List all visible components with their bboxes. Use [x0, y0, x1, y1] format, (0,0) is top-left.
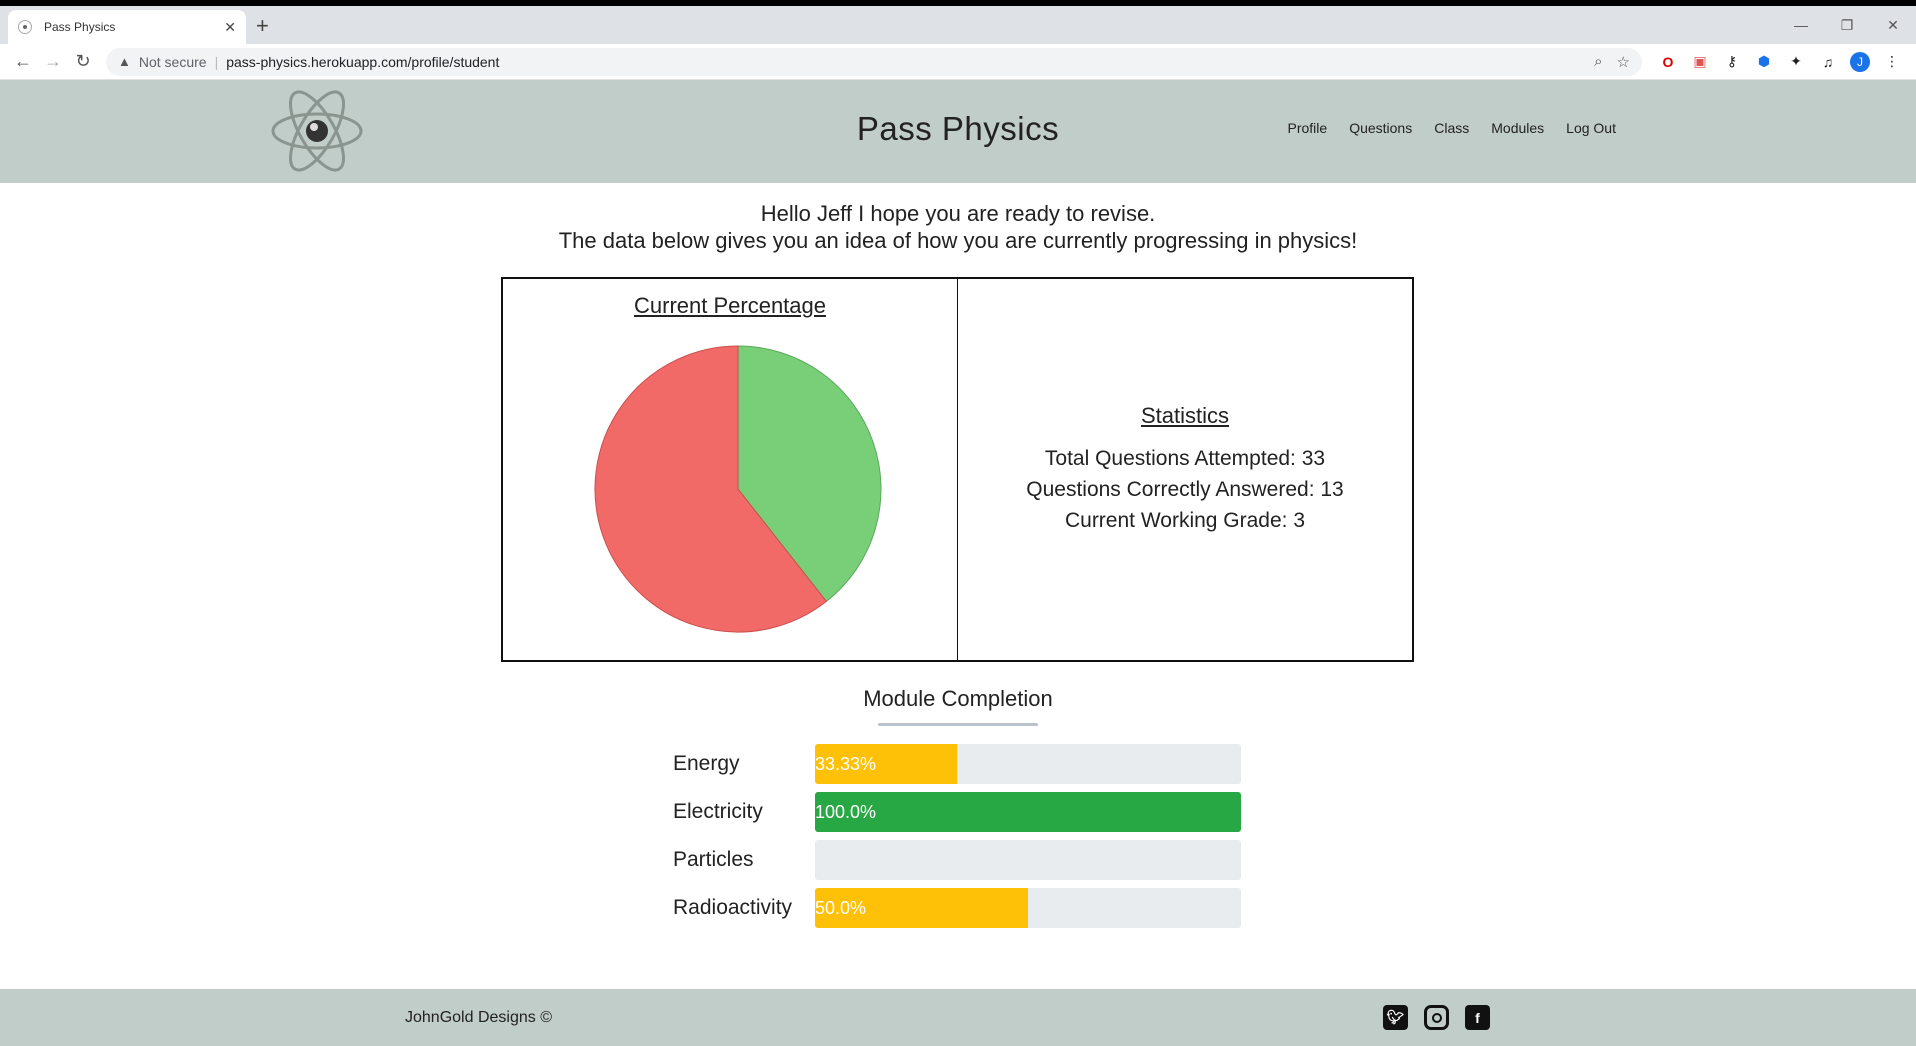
- window-controls: — ❐ ✕: [1778, 6, 1916, 44]
- security-label[interactable]: Not secure: [139, 54, 207, 70]
- nav-questions[interactable]: Questions: [1349, 120, 1412, 136]
- chart-panel: Current Percentage: [503, 279, 958, 660]
- progress-panel: Current Percentage Statistics Total Ques…: [501, 277, 1414, 662]
- warning-icon[interactable]: ▲: [118, 54, 131, 69]
- tab-title: Pass Physics: [44, 20, 116, 34]
- progress-bar: 50.0%: [815, 888, 1241, 928]
- close-window-icon[interactable]: ✕: [1870, 6, 1916, 44]
- media-queue-icon[interactable]: ♫: [1812, 47, 1844, 77]
- progress-fill: 100.0%: [815, 792, 1241, 832]
- progress-bar: [815, 840, 1241, 880]
- total-questions-stat: Total Questions Attempted: 33: [1044, 447, 1326, 470]
- restore-icon[interactable]: ❐: [1824, 6, 1870, 44]
- avatar: J: [1850, 51, 1870, 72]
- address-bar[interactable]: ▲ Not secure | pass-physics.herokuapp.co…: [106, 47, 1642, 76]
- module-name: Electricity: [673, 800, 763, 823]
- progress-fill: 50.0%: [815, 888, 1028, 928]
- module-row: Particles: [673, 836, 1241, 884]
- tab-bar: Pass Physics ✕ + — ❐ ✕: [0, 6, 1916, 44]
- module-row: Energy 33.33%: [673, 740, 1241, 788]
- extensions-puzzle-icon[interactable]: ✦: [1780, 47, 1812, 77]
- pdf-extension-icon[interactable]: ▣: [1684, 47, 1716, 77]
- nav-modules[interactable]: Modules: [1491, 120, 1544, 136]
- url-text[interactable]: pass-physics.herokuapp.com/profile/stude…: [226, 54, 1580, 70]
- module-row: Electricity 100.0%: [673, 788, 1241, 836]
- greeting: Hello Jeff I hope you are ready to revis…: [0, 200, 1916, 254]
- reload-icon[interactable]: ↻: [68, 47, 98, 77]
- site-footer: JohnGold Designs © 🐦︎ f: [0, 989, 1916, 1046]
- forward-icon[interactable]: →: [38, 47, 68, 77]
- pie-chart[interactable]: [593, 344, 883, 634]
- nav-class[interactable]: Class: [1434, 120, 1469, 136]
- correct-answers-stat: Questions Correctly Answered: 13: [1026, 478, 1344, 501]
- social-links: 🐦︎ f: [1383, 1005, 1490, 1030]
- module-name: Radioactivity: [673, 896, 793, 919]
- progress-bar: 100.0%: [815, 792, 1241, 832]
- working-grade-stat: Current Working Grade: 3: [1064, 509, 1306, 532]
- site-header: Pass Physics Profile Questions Class Mod…: [0, 80, 1916, 183]
- greeting-line-1: Hello Jeff I hope you are ready to revis…: [760, 201, 1156, 226]
- facebook-icon[interactable]: f: [1465, 1005, 1490, 1030]
- browser-tab[interactable]: Pass Physics ✕: [8, 10, 246, 44]
- tab-close-icon[interactable]: ✕: [224, 19, 236, 36]
- module-list: Energy 33.33% Electricity 100.0% Particl…: [673, 740, 1241, 932]
- module-completion-title: Module Completion: [863, 686, 1053, 711]
- key-extension-icon[interactable]: ⚷: [1716, 47, 1748, 77]
- bookmark-star-icon[interactable]: ☆: [1617, 53, 1630, 71]
- progress-fill: 33.33%: [815, 744, 957, 784]
- opera-extension-icon[interactable]: O: [1652, 47, 1684, 77]
- separator: |: [214, 53, 219, 70]
- menu-kebab-icon[interactable]: ⋮: [1876, 47, 1908, 77]
- site-title: Pass Physics: [856, 110, 1060, 147]
- module-name: Particles: [673, 848, 754, 871]
- title-underline: [878, 723, 1038, 726]
- main-nav: Profile Questions Class Modules Log Out: [1288, 120, 1617, 136]
- nav-profile[interactable]: Profile: [1288, 120, 1328, 136]
- twitter-icon[interactable]: 🐦︎: [1383, 1005, 1408, 1030]
- browser-toolbar: ← → ↻ ▲ Not secure | pass-physics.heroku…: [0, 44, 1916, 80]
- back-icon[interactable]: ←: [8, 47, 38, 77]
- statistics-panel: Statistics Total Questions Attempted: 33…: [958, 279, 1412, 660]
- profile-avatar[interactable]: J: [1844, 47, 1876, 77]
- zoom-icon[interactable]: ⌕: [1594, 53, 1602, 70]
- greeting-line-2: The data below gives you an idea of how …: [558, 228, 1358, 253]
- module-name: Energy: [673, 752, 740, 775]
- new-tab-icon[interactable]: +: [256, 14, 269, 38]
- cube-extension-icon[interactable]: ⬢: [1748, 47, 1780, 77]
- favicon-icon: [18, 20, 32, 34]
- nav-logout[interactable]: Log Out: [1566, 120, 1616, 136]
- statistics-title: Statistics: [1140, 403, 1230, 428]
- instagram-icon[interactable]: [1424, 1005, 1449, 1030]
- module-row: Radioactivity 50.0%: [673, 884, 1241, 932]
- footer-copyright: JohnGold Designs ©: [405, 1009, 552, 1026]
- chart-title: Current Percentage: [634, 293, 826, 318]
- minimize-icon[interactable]: —: [1778, 6, 1824, 44]
- progress-bar: 33.33%: [815, 744, 1241, 784]
